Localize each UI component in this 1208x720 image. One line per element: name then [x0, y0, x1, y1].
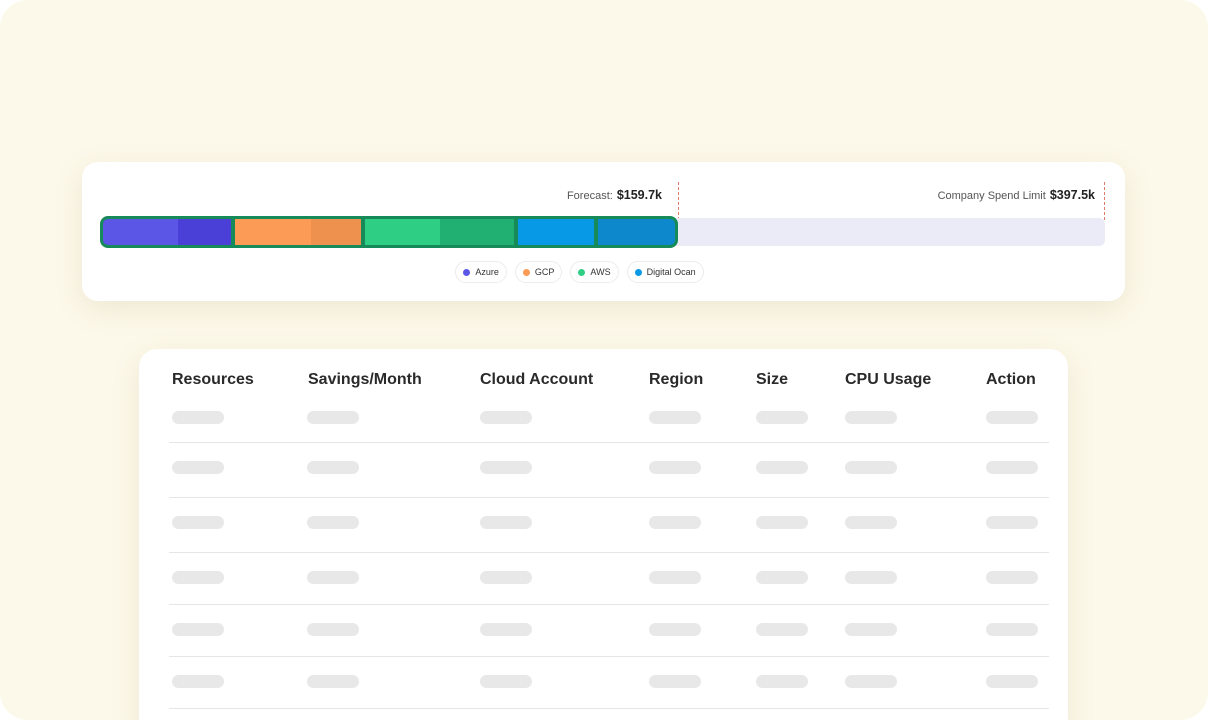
skeleton-cell — [845, 516, 897, 529]
skeleton-cell — [307, 411, 359, 424]
skeleton-cell — [845, 675, 897, 688]
resources-table: Resources Savings/Month Cloud Account Re… — [139, 349, 1068, 720]
legend-label: Azure — [475, 267, 499, 277]
column-header-cloud-account[interactable]: Cloud Account — [480, 371, 593, 389]
legend: Azure GCP AWS Digital Ocan — [82, 261, 1125, 283]
digital-ocean-dot-icon — [634, 268, 642, 276]
skeleton-cell — [756, 675, 808, 688]
legend-label: AWS — [590, 267, 611, 277]
skeleton-cell — [480, 623, 532, 636]
skeleton-cell — [756, 571, 808, 584]
row-divider — [169, 552, 1049, 553]
azure-segment-a — [103, 219, 178, 245]
skeleton-cell — [172, 411, 224, 424]
forecast-label-text: Forecast: — [566, 190, 613, 202]
skeleton-cell — [986, 623, 1038, 636]
gcp-segment-a — [235, 219, 311, 245]
forecast-bar — [100, 216, 678, 248]
column-header-action[interactable]: Action — [986, 371, 1036, 389]
skeleton-cell — [480, 411, 532, 424]
skeleton-cell — [480, 675, 532, 688]
skeleton-cell — [756, 516, 808, 529]
forecast-marker — [678, 182, 679, 220]
gcp-segment-b — [311, 219, 361, 245]
skeleton-cell — [845, 461, 897, 474]
azure-segment-b — [178, 219, 231, 245]
skeleton-cell — [756, 411, 808, 424]
skeleton-cell — [986, 461, 1038, 474]
skeleton-cell — [480, 571, 532, 584]
skeleton-cell — [172, 461, 224, 474]
aws-segment-b — [440, 219, 514, 245]
column-header-size[interactable]: Size — [756, 371, 788, 389]
skeleton-cell — [307, 571, 359, 584]
skeleton-cell — [307, 623, 359, 636]
spend-summary-card: Forecast: $159.7k Company Spend Limit $397… — [82, 162, 1125, 301]
spend-limit-marker — [1104, 182, 1105, 220]
legend-gcp[interactable]: GCP — [514, 261, 563, 283]
row-divider — [169, 604, 1049, 605]
skeleton-cell — [172, 516, 224, 529]
spend-limit-label: Company Spend Limit $397.5k — [938, 188, 1095, 202]
azure-dot-icon — [463, 268, 471, 276]
skeleton-cell — [649, 571, 701, 584]
column-header-savings[interactable]: Savings/Month — [308, 371, 422, 389]
forecast-label: Forecast: $159.7k — [567, 188, 662, 202]
skeleton-cell — [845, 623, 897, 636]
spend-limit-value: $397.5k — [1049, 188, 1095, 202]
skeleton-cell — [307, 675, 359, 688]
skeleton-cell — [845, 411, 897, 424]
column-header-cpu-usage[interactable]: CPU Usage — [845, 371, 931, 389]
aws-dot-icon — [578, 268, 586, 276]
skeleton-cell — [845, 571, 897, 584]
skeleton-cell — [756, 461, 808, 474]
column-header-region[interactable]: Region — [649, 371, 703, 389]
spend-limit-label-text: Company Spend Limit — [937, 190, 1046, 202]
skeleton-cell — [649, 411, 701, 424]
skeleton-cell — [649, 675, 701, 688]
skeleton-cell — [307, 516, 359, 529]
skeleton-cell — [480, 461, 532, 474]
do-segment-b — [598, 219, 675, 245]
skeleton-cell — [986, 675, 1038, 688]
row-divider — [169, 442, 1049, 443]
skeleton-cell — [649, 461, 701, 474]
do-segment-a — [518, 219, 594, 245]
skeleton-cell — [986, 571, 1038, 584]
skeleton-cell — [986, 516, 1038, 529]
skeleton-cell — [172, 623, 224, 636]
aws-segment-a — [365, 219, 440, 245]
legend-label: GCP — [534, 267, 555, 277]
legend-digital-ocean[interactable]: Digital Ocan — [626, 261, 704, 283]
skeleton-cell — [649, 623, 701, 636]
skeleton-cell — [480, 516, 532, 529]
row-divider — [169, 497, 1049, 498]
column-header-resources[interactable]: Resources — [172, 371, 254, 389]
legend-label: Digital Ocan — [646, 267, 696, 277]
skeleton-cell — [307, 461, 359, 474]
skeleton-cell — [172, 571, 224, 584]
skeleton-cell — [756, 623, 808, 636]
row-divider — [169, 708, 1049, 709]
background: Forecast: $159.7k Company Spend Limit $397… — [0, 0, 1208, 720]
skeleton-cell — [649, 516, 701, 529]
forecast-value: $159.7k — [616, 188, 662, 202]
legend-aws[interactable]: AWS — [570, 261, 619, 283]
legend-azure[interactable]: Azure — [455, 261, 507, 283]
skeleton-cell — [986, 411, 1038, 424]
skeleton-cell — [172, 675, 224, 688]
row-divider — [169, 656, 1049, 657]
gcp-dot-icon — [522, 268, 530, 276]
